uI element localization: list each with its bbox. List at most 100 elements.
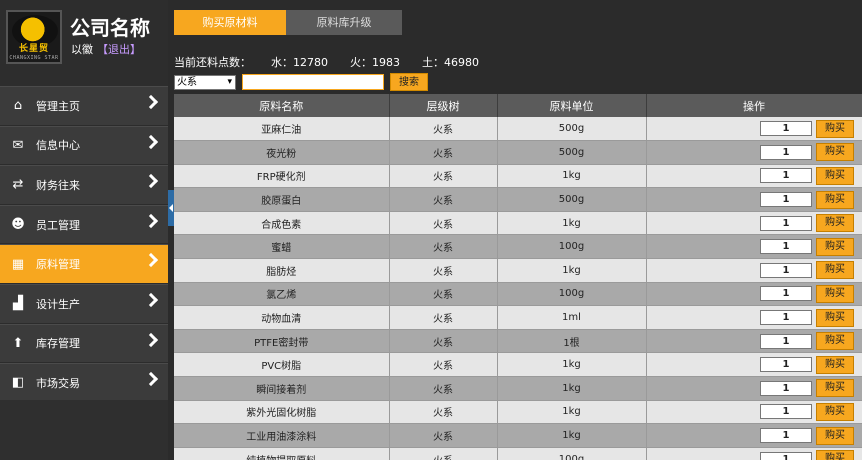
material-unit: 1kg <box>497 376 647 401</box>
search-input[interactable] <box>242 74 384 90</box>
users-icon: ☻ <box>11 217 25 233</box>
material-unit: 1kg <box>497 211 647 236</box>
header-actions: 操作 <box>646 94 862 117</box>
tab-upgrade-library[interactable]: 原料库升级 <box>286 10 402 35</box>
quantity-input[interactable]: 1 <box>760 451 812 460</box>
row-actions: 1 购买 <box>646 140 862 165</box>
material-unit: 500g <box>497 187 647 212</box>
row-actions: 1 购买 <box>646 234 862 260</box>
material-tier: 火系 <box>389 164 498 189</box>
sidebar-item-3[interactable]: ☻ 员工管理 <box>0 204 168 245</box>
sidebar-item-label: 原料管理 <box>36 258 80 272</box>
material-name: 蜜蜡 <box>174 234 390 260</box>
sidebar-item-7[interactable]: ◧ 市场交易 <box>0 363 168 403</box>
buy-button[interactable]: 购买 <box>816 450 854 460</box>
company-name: 公司名称 <box>70 16 150 40</box>
sidebar-item-6[interactable]: ⬆ 库存管理 <box>0 323 168 364</box>
table-body: 亚麻仁油 火系 500g 1 购买 夜光粉 火系 500g 1 购买 FRP硬化剂 火系 1kg 1 购买胶… <box>174 117 862 460</box>
earth-label: 土： <box>422 56 444 69</box>
sidebar-item-label: 设计生产 <box>36 297 80 311</box>
factory-icon: ▟ <box>13 296 23 312</box>
sidebar-item-label: 财务往来 <box>36 178 80 192</box>
material-tier: 火系 <box>389 423 498 448</box>
buy-button[interactable]: 购买 <box>816 190 854 209</box>
points-label: 当前还料点数： <box>174 56 251 69</box>
material-name: 动物血清 <box>174 305 390 330</box>
material-name: 紫外光固化树脂 <box>174 400 390 425</box>
brand-header: 长星贸 CHANGXING STAR 公司名称 以徽 【退出】 <box>0 0 168 86</box>
quantity-input[interactable]: 1 <box>760 404 812 420</box>
table-row: 脂肪烃 火系 1kg 1 购买 <box>174 258 862 283</box>
sidebar-item-2[interactable]: ⇄ 财务往来 <box>0 165 168 205</box>
material-tier: 火系 <box>389 282 498 307</box>
fire-label: 火： <box>350 56 372 69</box>
row-actions: 1 购买 <box>646 376 862 401</box>
tab-buy-materials[interactable]: 购买原材料 <box>174 10 286 35</box>
header-tier: 层级树 <box>389 94 498 117</box>
element-select[interactable]: 火系 <box>174 74 236 90</box>
buy-button[interactable]: 购买 <box>816 379 854 398</box>
quantity-input[interactable]: 1 <box>760 333 812 349</box>
table-row: PVC树脂 火系 1kg 1 购买 <box>174 352 862 378</box>
buy-button[interactable]: 购买 <box>816 308 854 327</box>
water-value: 12780 <box>293 56 328 69</box>
quantity-input[interactable]: 1 <box>760 380 812 396</box>
user-line: 以徽 【退出】 <box>71 41 141 57</box>
sidebar-item-label: 员工管理 <box>36 218 80 232</box>
buy-button[interactable]: 购买 <box>816 237 854 256</box>
buy-button[interactable]: 购买 <box>816 284 854 303</box>
quantity-input[interactable]: 1 <box>760 286 812 302</box>
quantity-input[interactable]: 1 <box>760 215 812 231</box>
quantity-input[interactable]: 1 <box>760 168 812 184</box>
chevron-right-icon <box>143 292 159 308</box>
material-tier: 火系 <box>389 329 498 354</box>
company-logo: 长星贸 CHANGXING STAR <box>6 10 62 64</box>
quantity-input[interactable]: 1 <box>760 262 812 278</box>
search-button[interactable]: 搜索 <box>390 73 428 91</box>
buy-button[interactable]: 购买 <box>816 426 854 445</box>
chevron-right-icon <box>143 332 159 347</box>
buy-button[interactable]: 购买 <box>816 355 854 374</box>
points-summary: 当前还料点数： 水：12780 火：1983 土：46980 <box>174 54 479 70</box>
buy-button[interactable]: 购买 <box>816 214 854 233</box>
sidebar-item-5[interactable]: ▟ 设计生产 <box>0 283 168 324</box>
buy-button[interactable]: 购买 <box>816 119 854 138</box>
material-tier: 火系 <box>389 447 498 460</box>
sidebar-item-0[interactable]: ⌂ 管理主页 <box>0 86 168 126</box>
material-name: PTFE密封带 <box>174 329 390 354</box>
quantity-input[interactable]: 1 <box>760 239 812 255</box>
table-row: 蜜蜡 火系 100g 1 购买 <box>174 234 862 260</box>
water-points: 水：12780 <box>271 54 328 70</box>
table-row: 工业用油漆涂料 火系 1kg 1 购买 <box>174 423 862 448</box>
chevron-right-icon <box>143 134 159 149</box>
sidebar-item-1[interactable]: ✉ 信息中心 <box>0 125 168 166</box>
quantity-input[interactable]: 1 <box>760 144 812 160</box>
earth-value: 46980 <box>444 56 479 69</box>
material-unit: 1kg <box>497 423 647 448</box>
quantity-input[interactable]: 1 <box>760 357 812 373</box>
row-actions: 1 购买 <box>646 187 862 212</box>
logo-subtext: CHANGXING STAR <box>9 55 59 61</box>
row-actions: 1 购买 <box>646 400 862 425</box>
quantity-input[interactable]: 1 <box>760 310 812 326</box>
buy-button[interactable]: 购买 <box>816 261 854 280</box>
table-row: 胶原蛋白 火系 500g 1 购买 <box>174 187 862 212</box>
arrow-circle-up-icon: ⬆ <box>12 335 24 351</box>
table-row: 合成色素 火系 1kg 1 购买 <box>174 211 862 236</box>
basket-icon: ▦ <box>11 256 25 272</box>
logout-link[interactable]: 【退出】 <box>97 43 141 56</box>
material-tier: 火系 <box>389 234 498 260</box>
buy-button[interactable]: 购买 <box>816 402 854 421</box>
quantity-input[interactable]: 1 <box>760 192 812 208</box>
material-name: 亚麻仁油 <box>174 117 390 142</box>
quantity-input[interactable]: 1 <box>760 428 812 444</box>
buy-button[interactable]: 购买 <box>816 332 854 351</box>
buy-button[interactable]: 购买 <box>816 143 854 162</box>
row-actions: 1 购买 <box>646 329 862 354</box>
main-content: 购买原材料 原料库升级 当前还料点数： 水：12780 火：1983 土：469… <box>174 0 862 460</box>
buy-button[interactable]: 购买 <box>816 166 854 185</box>
quantity-input[interactable]: 1 <box>760 121 812 137</box>
chevron-right-icon <box>143 94 159 110</box>
exchange-icon: ⇄ <box>12 177 24 193</box>
sidebar-item-4[interactable]: ▦ 原料管理 <box>0 244 168 284</box>
